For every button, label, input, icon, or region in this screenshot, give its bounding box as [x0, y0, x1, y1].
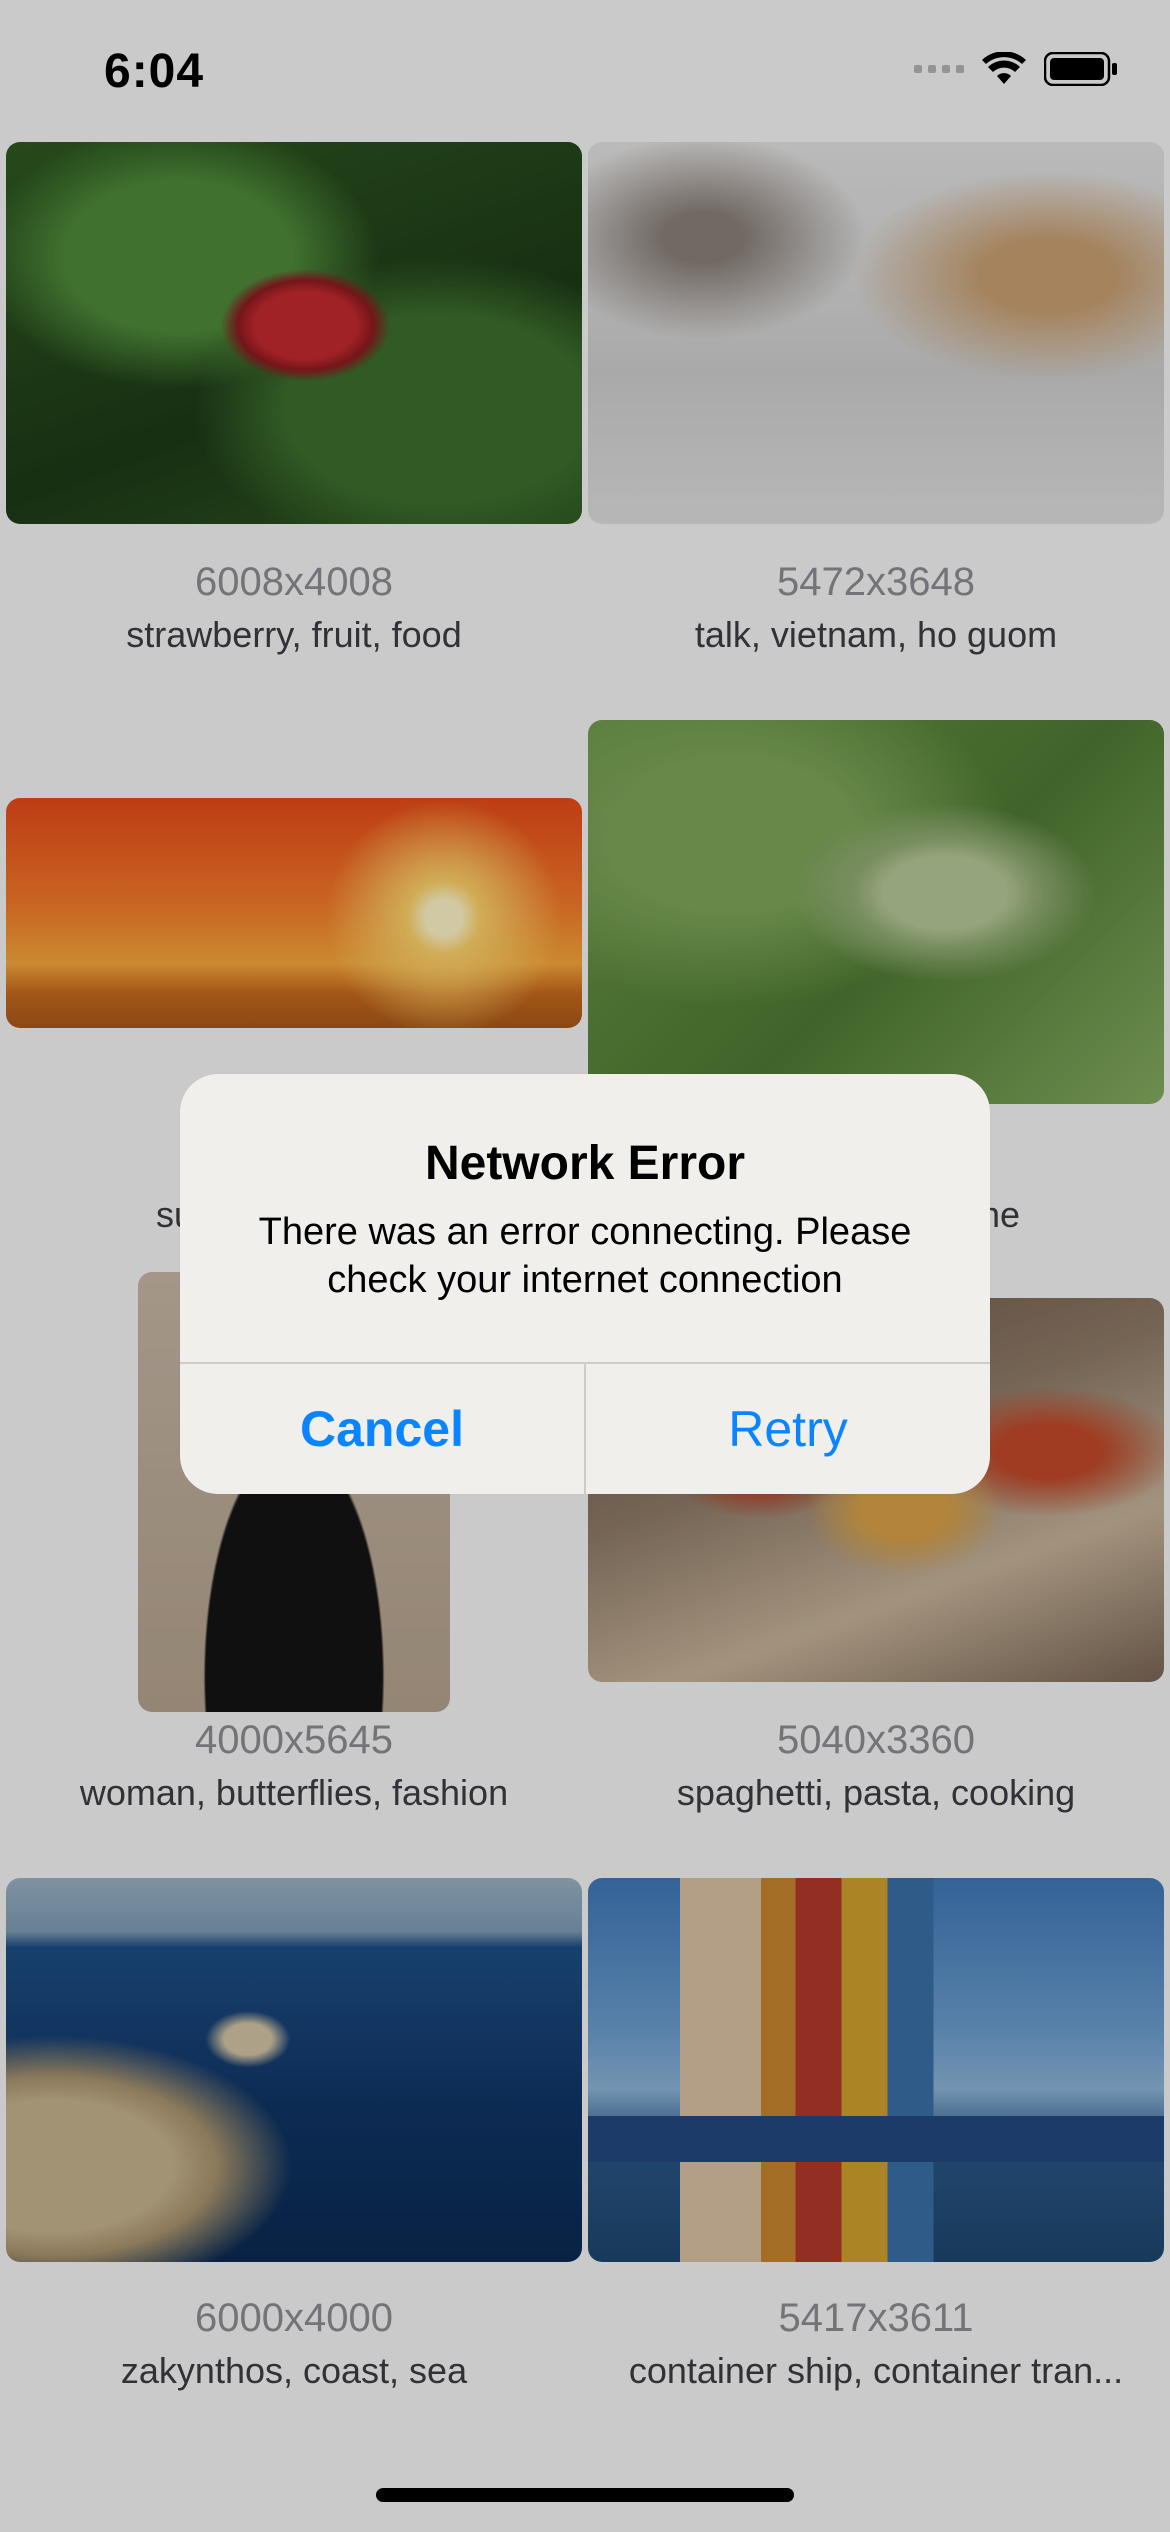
network-error-alert: Network Error There was an error connect… [180, 1074, 990, 1494]
cancel-button[interactable]: Cancel [180, 1364, 584, 1494]
home-indicator[interactable] [376, 2488, 794, 2502]
retry-button[interactable]: Retry [586, 1364, 990, 1494]
alert-title: Network Error [424, 1137, 746, 1190]
alert-message: There was an error connecting. Please ch… [258, 1211, 912, 1301]
